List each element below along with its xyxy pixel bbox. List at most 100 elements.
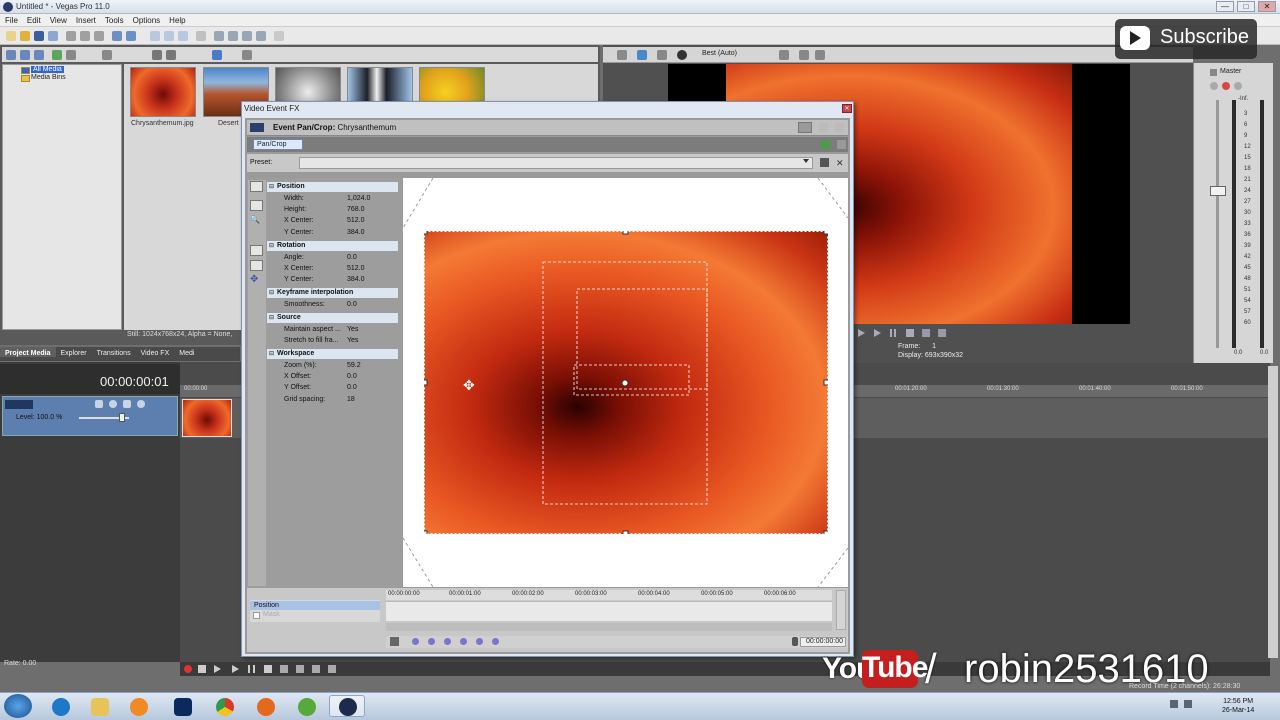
tab-explorer[interactable]: Explorer — [56, 347, 92, 357]
preview-pause-icon[interactable] — [890, 329, 896, 337]
preview-quality-dropdown[interactable]: Best (Auto) — [702, 50, 737, 57]
zoom-edit-tool-icon[interactable] — [256, 31, 266, 41]
play-preview-icon[interactable] — [152, 50, 162, 60]
mute-icon[interactable] — [123, 400, 131, 408]
track-fx-icon[interactable] — [109, 400, 117, 408]
last-keyframe-icon[interactable] — [460, 638, 467, 645]
go-to-end-icon[interactable] — [296, 665, 304, 673]
taskbar-vegas[interactable] — [329, 695, 365, 717]
taskbar-file-explorer[interactable] — [81, 695, 117, 717]
undo-icon[interactable] — [112, 31, 122, 41]
taskbar-media-player[interactable] — [120, 695, 156, 717]
split-screen-icon[interactable] — [677, 50, 687, 60]
normal-edit-icon[interactable] — [250, 200, 263, 211]
keyframe-cursor-time[interactable]: 00:00:00:00 — [800, 637, 846, 647]
minimize-button[interactable]: — — [1216, 1, 1234, 12]
zoom-icon[interactable]: 🔍 — [250, 215, 263, 226]
preview-stop-icon[interactable] — [906, 329, 914, 337]
pan-crop-chain-button[interactable]: Pan/Crop — [253, 139, 303, 150]
overlays-icon[interactable] — [779, 50, 789, 60]
auto-crossfade-icon[interactable] — [164, 31, 174, 41]
external-monitor-icon[interactable] — [637, 50, 647, 60]
rotation-x-center-value[interactable]: 512.0 — [347, 265, 365, 272]
tab-video-fx[interactable]: Video FX — [136, 347, 175, 357]
preview-fx-icon[interactable] — [657, 50, 667, 60]
menu-file[interactable]: File — [0, 14, 22, 25]
master-fader-thumb[interactable] — [1210, 186, 1226, 196]
preview-prev-frame-icon[interactable] — [922, 329, 930, 337]
menu-insert[interactable]: Insert — [71, 14, 100, 25]
plugin-options-icon[interactable] — [835, 123, 844, 132]
y-offset-value[interactable]: 0.0 — [347, 384, 357, 391]
tab-media-generators[interactable]: Medi — [174, 347, 199, 357]
create-keyframe-icon[interactable] — [476, 638, 483, 645]
volume-icon[interactable] — [1184, 700, 1192, 708]
help-icon[interactable] — [274, 31, 284, 41]
taskbar-photoshop[interactable] — [164, 695, 200, 717]
delete-preset-icon[interactable]: ✕ — [836, 158, 844, 169]
master-fx-icon[interactable] — [1210, 82, 1218, 90]
preview-play-icon[interactable] — [874, 329, 881, 337]
keyframe-scrollbar[interactable] — [386, 623, 832, 631]
crop-box-overlay[interactable] — [424, 231, 828, 534]
taskbar-chrome[interactable] — [206, 695, 242, 717]
save-preset-icon[interactable] — [820, 158, 829, 167]
new-icon[interactable] — [6, 31, 16, 41]
remove-plugin-icon[interactable] — [837, 140, 846, 149]
show-properties-icon[interactable] — [250, 181, 263, 192]
paste-icon[interactable] — [94, 31, 104, 41]
group-keyframe-interpolation[interactable]: Keyframe interpolation — [267, 288, 398, 298]
width-value[interactable]: 1,024.0 — [347, 195, 370, 202]
menu-options[interactable]: Options — [128, 14, 165, 25]
grid-spacing-value[interactable]: 18 — [347, 396, 355, 403]
properties-icon[interactable] — [48, 31, 58, 41]
stop-icon[interactable] — [264, 665, 272, 673]
group-workspace[interactable]: Workspace — [267, 349, 398, 359]
next-keyframe-icon[interactable] — [444, 638, 451, 645]
system-clock[interactable]: 12:56 PM 26-Mar-14 — [1222, 697, 1254, 715]
selection-edit-tool-icon[interactable] — [242, 31, 252, 41]
first-keyframe-icon[interactable] — [412, 638, 419, 645]
network-icon[interactable] — [1170, 700, 1178, 708]
copy-icon[interactable] — [80, 31, 90, 41]
views-icon[interactable] — [212, 50, 222, 60]
maximize-button[interactable]: □ — [1237, 1, 1255, 12]
lock-icon[interactable] — [792, 637, 798, 646]
plugin-chain-icon[interactable] — [819, 123, 828, 132]
tree-item-all-media[interactable]: All Media — [3, 65, 121, 74]
save-snapshot-icon[interactable] — [815, 50, 825, 60]
keyframe-vertical-scrollbar[interactable] — [836, 590, 846, 630]
tab-project-media[interactable]: Project Media — [0, 347, 56, 357]
size-about-center-icon[interactable] — [250, 260, 263, 271]
keyframe-track-position[interactable]: Position — [250, 601, 380, 610]
taskbar-firefox[interactable] — [247, 695, 283, 717]
tab-transitions[interactable]: Transitions — [92, 347, 136, 357]
previous-frame-icon[interactable] — [312, 665, 320, 673]
group-source[interactable]: Source — [267, 313, 398, 323]
preview-properties-icon[interactable] — [617, 50, 627, 60]
play-icon[interactable] — [232, 665, 239, 673]
open-icon[interactable] — [20, 31, 30, 41]
lock-aspect-icon[interactable] — [250, 245, 263, 256]
delete-keyframe-icon[interactable] — [492, 638, 499, 645]
dialog-close-button[interactable]: ✕ — [842, 104, 852, 113]
master-mute-icon[interactable] — [1222, 82, 1230, 90]
zoom-value[interactable]: 59.2 — [347, 362, 361, 369]
menu-help[interactable]: Help — [164, 14, 189, 25]
x-center-value[interactable]: 512.0 — [347, 217, 365, 224]
go-to-start-icon[interactable] — [280, 665, 288, 673]
bypass-button[interactable] — [798, 122, 812, 133]
add-plugin-icon[interactable] — [821, 140, 830, 149]
menu-edit[interactable]: Edit — [22, 14, 45, 25]
remove-unused-media-icon[interactable] — [52, 50, 62, 60]
mask-checkbox[interactable] — [253, 612, 260, 619]
search-icon[interactable] — [242, 50, 252, 60]
level-slider-thumb[interactable] — [119, 413, 125, 422]
taskbar-internet-explorer[interactable] — [42, 695, 78, 717]
stop-preview-icon[interactable] — [166, 50, 176, 60]
get-media-icon[interactable] — [34, 50, 44, 60]
media-thumbnail-chrysanthemum[interactable] — [130, 67, 196, 117]
capture-video-icon[interactable] — [20, 50, 30, 60]
loop-playback-icon[interactable] — [198, 665, 206, 673]
previous-keyframe-icon[interactable] — [428, 638, 435, 645]
